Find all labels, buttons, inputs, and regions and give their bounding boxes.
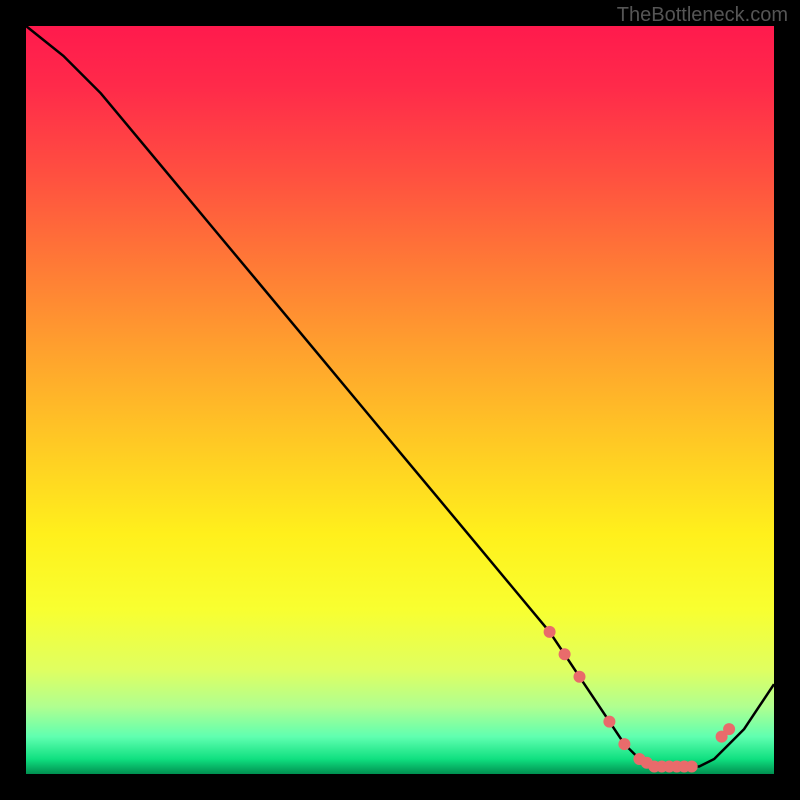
marker-dot (723, 723, 735, 735)
marker-dot (603, 716, 615, 728)
chart-container: TheBottleneck.com (0, 0, 800, 800)
bottleneck-curve (26, 26, 774, 767)
watermark-text: TheBottleneck.com (617, 4, 788, 27)
marker-dot (686, 761, 698, 773)
highlight-markers (544, 626, 736, 773)
plot-area (26, 26, 774, 774)
marker-dot (574, 671, 586, 683)
marker-dot (618, 738, 630, 750)
chart-svg (26, 26, 774, 774)
marker-dot (559, 648, 571, 660)
marker-dot (544, 626, 556, 638)
